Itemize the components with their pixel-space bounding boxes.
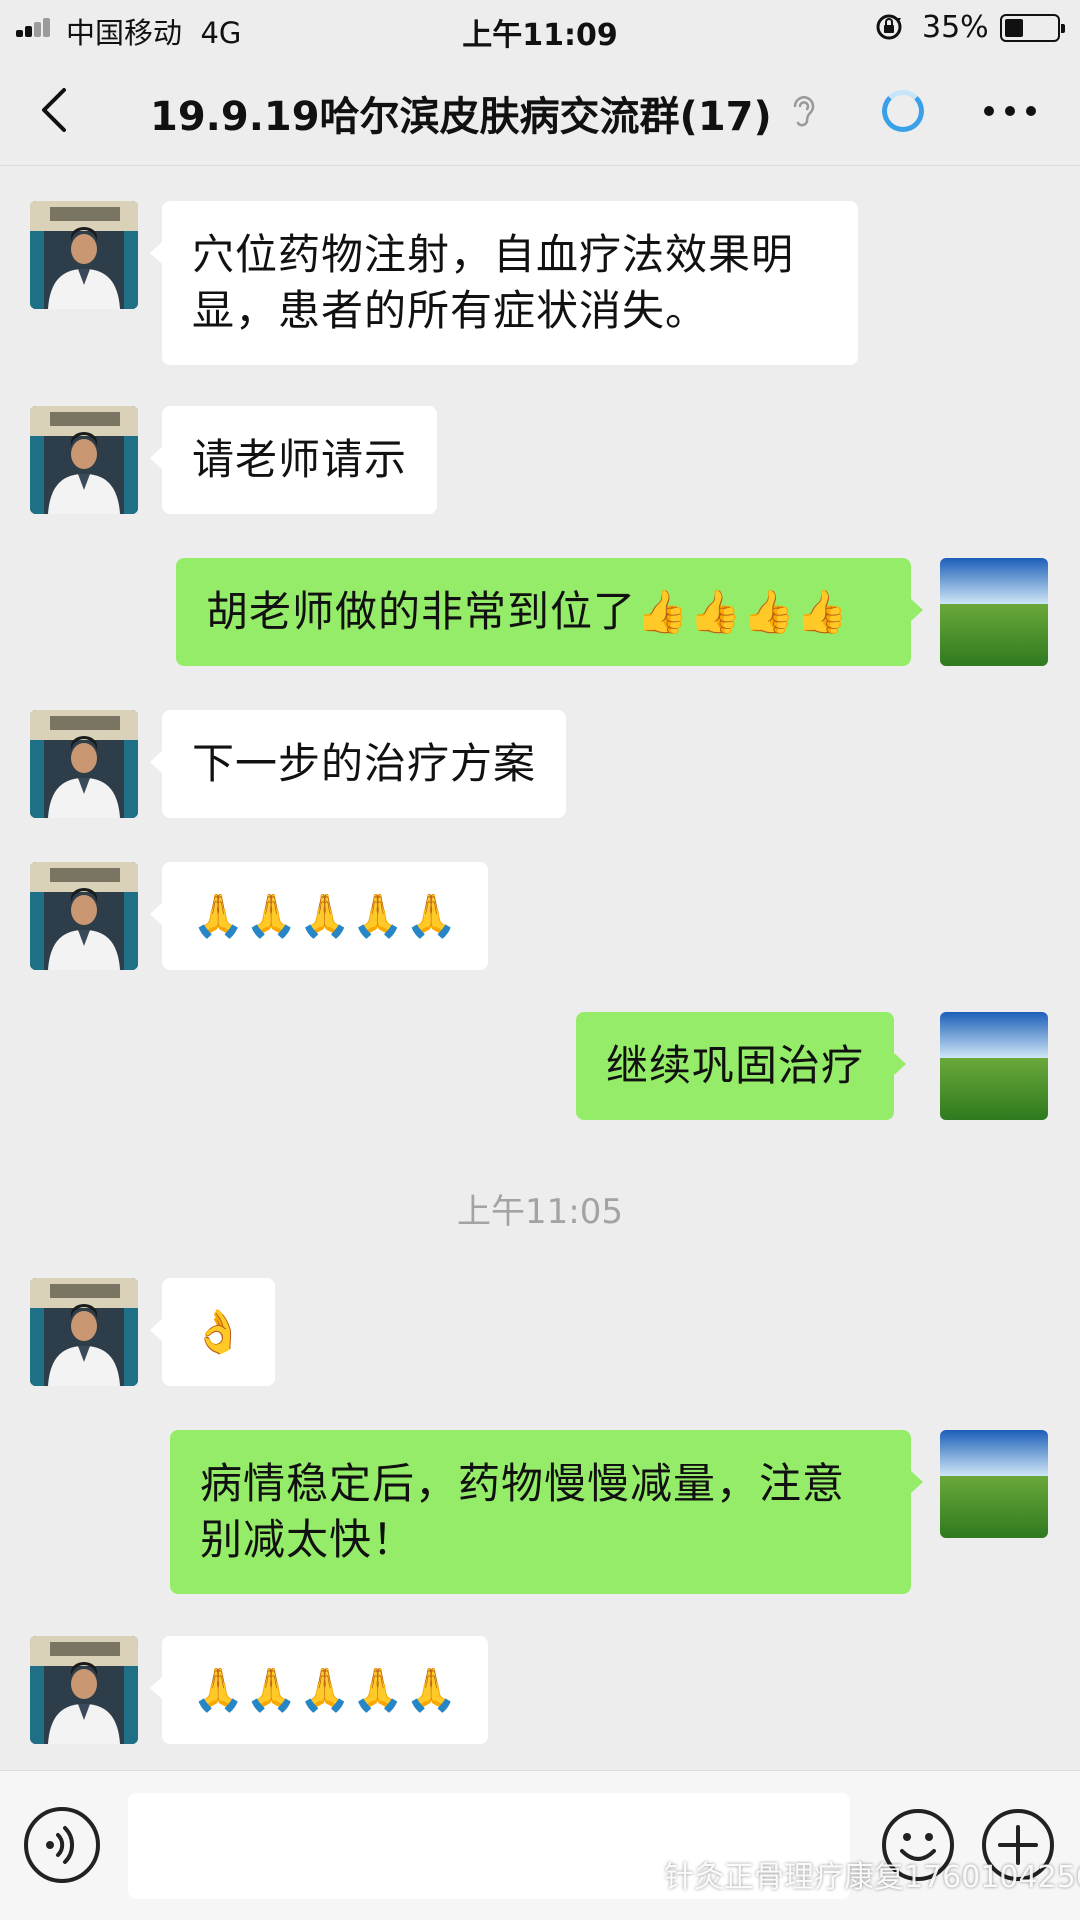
status-time: 上午11:09 [462,18,618,53]
message-bubble[interactable]: 穴位药物注射，自血疗法效果明显，患者的所有症状消失。 [150,201,858,365]
avatar[interactable] [940,1012,1048,1120]
message-bubble[interactable]: 继续巩固治疗 [576,1012,907,1120]
message-bubble[interactable]: 下一步的治疗方案 [149,710,567,818]
wechat-icon [618,1855,657,1884]
avatar[interactable] [30,406,138,514]
status-bar: 中国移动 4G 上午11:09 35% [0,0,1080,54]
chat-header: 19.9.19哈尔滨皮肤病交流群(17) [0,54,1080,166]
chat-title: 19.9.19哈尔滨皮肤病交流群(17) [150,94,772,140]
avatar[interactable] [940,1430,1048,1538]
message-bubble[interactable]: 👌 [149,1278,276,1386]
doctor-avatar-icon [30,1636,138,1744]
voice-icon[interactable] [24,1807,100,1883]
doctor-avatar-icon [30,1278,138,1386]
doctor-avatar-icon [30,201,138,309]
battery-icon [1000,14,1065,42]
folded-hands-icon: 🙏🙏🙏🙏🙏 [192,891,459,940]
watermark: 针灸正骨理疗康复17601042567 [664,1860,1080,1895]
grassland-avatar-icon [940,558,1048,666]
folded-hands-icon: 🙏🙏🙏🙏🙏 [192,1665,459,1714]
doctor-avatar-icon [30,862,138,970]
time-divider: 上午11:05 [457,1192,623,1232]
rotation-lock-icon [876,14,902,40]
message-list[interactable]: 穴位药物注射，自血疗法效果明显，患者的所有症状消失。 请老师请示 胡老师做的非常… [0,166,1080,1770]
battery-percent: 35% [922,10,989,45]
message-text: 穴位药物注射，自血疗法效果明显，患者的所有症状消失。 [192,230,795,335]
avatar[interactable] [30,862,138,970]
grassland-avatar-icon [940,1012,1048,1120]
message-bubble[interactable]: 🙏🙏🙏🙏🙏 [149,862,489,970]
message-bubble[interactable]: 🙏🙏🙏🙏🙏 [149,1636,489,1744]
thumbs-up-icon: 👍👍👍👍 [636,587,850,636]
avatar[interactable] [30,710,138,818]
message-bubble[interactable]: 胡老师做的非常到位了👍👍👍👍 [176,558,923,666]
avatar[interactable] [30,1636,138,1744]
message-text: 病情稳定后，药物慢慢减量，注意别减太快！ [200,1459,846,1564]
doctor-avatar-icon [30,406,138,514]
message-text: 下一步的治疗方案 [192,739,537,788]
input-bar [0,1770,1080,1920]
back-icon[interactable] [30,82,82,138]
message-bubble[interactable]: 病情稳定后，药物慢慢减量，注意别减太快！ [170,1430,923,1594]
grassland-avatar-icon [940,1430,1048,1538]
more-icon[interactable] [980,104,1040,118]
avatar[interactable] [30,201,138,309]
message-text: 请老师请示 [192,435,408,484]
ok-hand-icon: 👌 [192,1307,246,1356]
ear-icon [793,96,815,127]
loading-icon [882,90,924,132]
doctor-avatar-icon [30,710,138,818]
avatar[interactable] [30,1278,138,1386]
avatar[interactable] [940,558,1048,666]
message-text: 继续巩固治疗 [606,1041,865,1090]
message-bubble[interactable]: 请老师请示 [149,406,438,514]
message-text: 胡老师做的非常到位了 [206,587,637,636]
